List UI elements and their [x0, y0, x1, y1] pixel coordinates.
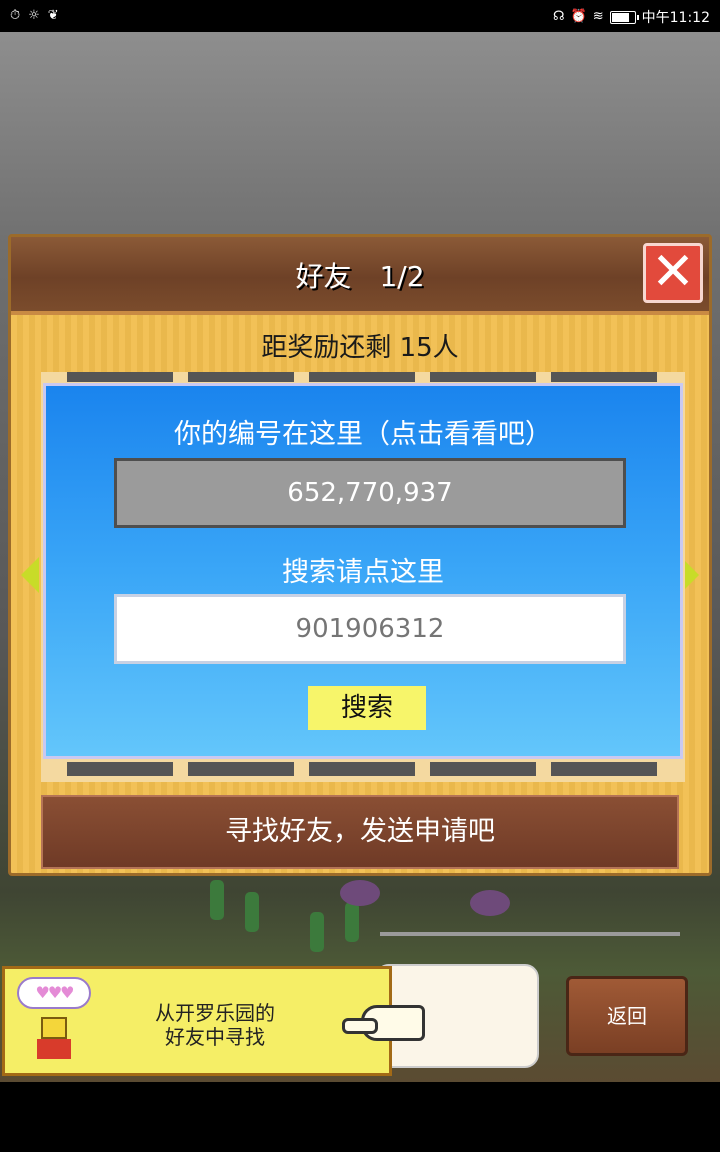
tree [210, 880, 224, 920]
hint-text-line1: 从开罗乐园的 [155, 1001, 275, 1025]
panel-header: 好友 1/2 ✕ [11, 237, 709, 315]
slot-row-top [67, 372, 657, 382]
friend-slot[interactable] [188, 372, 294, 382]
reward-remaining-text: 距奖励还剩 15人 [261, 333, 459, 363]
wifi-icon: ≋ [592, 9, 604, 24]
tree [310, 912, 324, 952]
prev-page-arrow-icon[interactable] [21, 557, 39, 593]
friend-slot[interactable] [67, 762, 173, 776]
search-button[interactable]: 搜索 [308, 686, 426, 730]
friend-slot[interactable] [430, 762, 536, 776]
friend-slot[interactable] [551, 372, 657, 382]
sun-icon: ☼ [28, 8, 40, 23]
panel-title: 好友 1/2 [295, 260, 425, 293]
back-button[interactable]: 返回 [566, 976, 688, 1056]
kairo-mascot-icon [37, 1017, 71, 1061]
friend-id-dialog: 你的编号在这里（点击看看吧） 652,770,937 搜索请点这里 搜索 [43, 383, 683, 759]
your-id-value[interactable]: 652,770,937 [114, 458, 626, 528]
kairo-park-friends-hint[interactable]: ♥♥♥ 从开罗乐园的 好友中寻找 [2, 966, 425, 1076]
close-icon: ✕ [651, 242, 695, 302]
clock-time: 中午11:12 [641, 10, 710, 26]
avatar: ♥♥♥ [15, 977, 95, 1063]
hearts-icon: ♥♥♥ [17, 977, 91, 1009]
search-label: 搜索请点这里 [282, 557, 444, 588]
slot-row-bottom [67, 762, 657, 776]
status-bar: ⏱ ☼ ❦ ☊ ⏰ ≋ 中午11:12 [0, 0, 720, 32]
flower-bush [340, 880, 380, 906]
navigation-bar [0, 1082, 720, 1152]
find-friends-button[interactable]: 寻找好友，发送申请吧 [41, 795, 679, 869]
hint-text: 从开罗乐园的 好友中寻找 [125, 1001, 305, 1049]
friend-slot[interactable] [551, 762, 657, 776]
battery-icon [609, 10, 639, 24]
friends-panel: 好友 1/2 ✕ 距奖励还剩 15人 你的编号在这里（点击看看吧） 652,77… [8, 234, 712, 876]
headphones-icon: ☊ [553, 9, 565, 24]
your-id-label: 你的编号在这里（点击看看吧） [174, 419, 552, 450]
alarm-icon: ⏰ [570, 9, 587, 24]
fence [380, 932, 680, 936]
friend-slot[interactable] [309, 372, 415, 382]
game-app-icon: ❦ [47, 8, 59, 23]
flower-bush [470, 890, 510, 916]
friend-search-input[interactable] [114, 594, 626, 664]
friend-slot[interactable] [430, 372, 536, 382]
friend-slot[interactable] [309, 762, 415, 776]
close-button[interactable]: ✕ [643, 243, 703, 303]
tree [345, 902, 359, 942]
friend-slot[interactable] [188, 762, 294, 776]
pointing-hand-icon [342, 1005, 425, 1041]
friend-slot[interactable] [67, 372, 173, 382]
tree [245, 892, 259, 932]
timer-icon: ⏱ [10, 8, 21, 23]
hint-text-line2: 好友中寻找 [165, 1025, 265, 1049]
